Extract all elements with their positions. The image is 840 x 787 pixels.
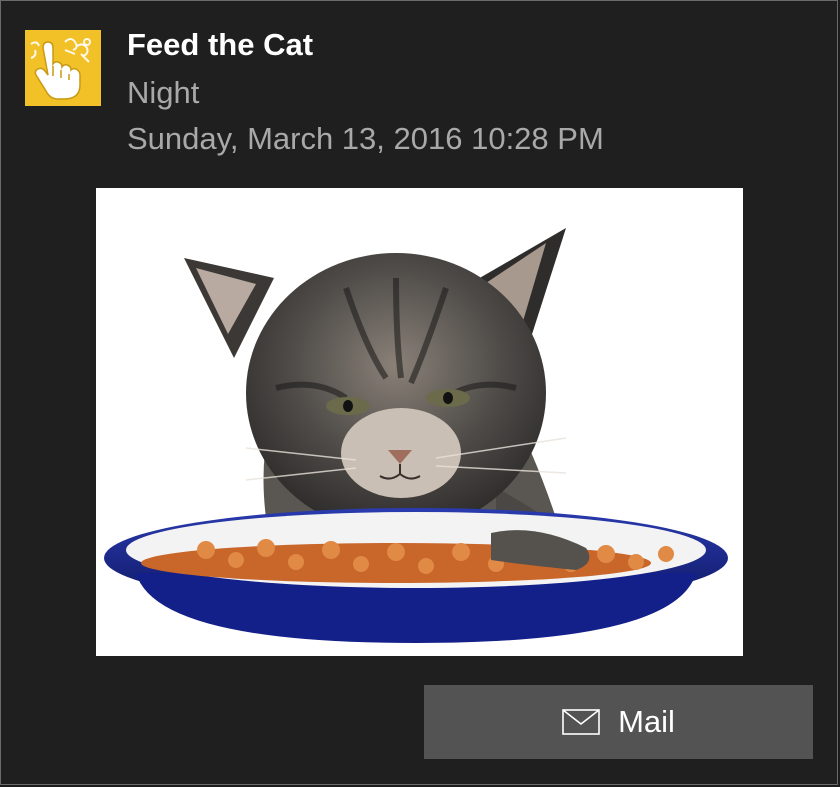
hand-pointer-icon — [30, 38, 91, 100]
mail-button-label: Mail — [618, 704, 675, 739]
notification-timestamp: Sunday, March 13, 2016 10:28 PM — [127, 121, 604, 156]
notification-subtitle: Night — [127, 75, 200, 110]
hero-image — [96, 188, 743, 656]
toast-notification[interactable]: Feed the Cat Night Sunday, March 13, 201… — [0, 0, 838, 785]
notification-title: Feed the Cat — [127, 27, 314, 62]
app-icon — [25, 30, 101, 106]
mail-button[interactable]: Mail — [424, 685, 813, 759]
kitten-bowl-illustration — [96, 188, 743, 656]
mail-icon — [562, 709, 600, 735]
